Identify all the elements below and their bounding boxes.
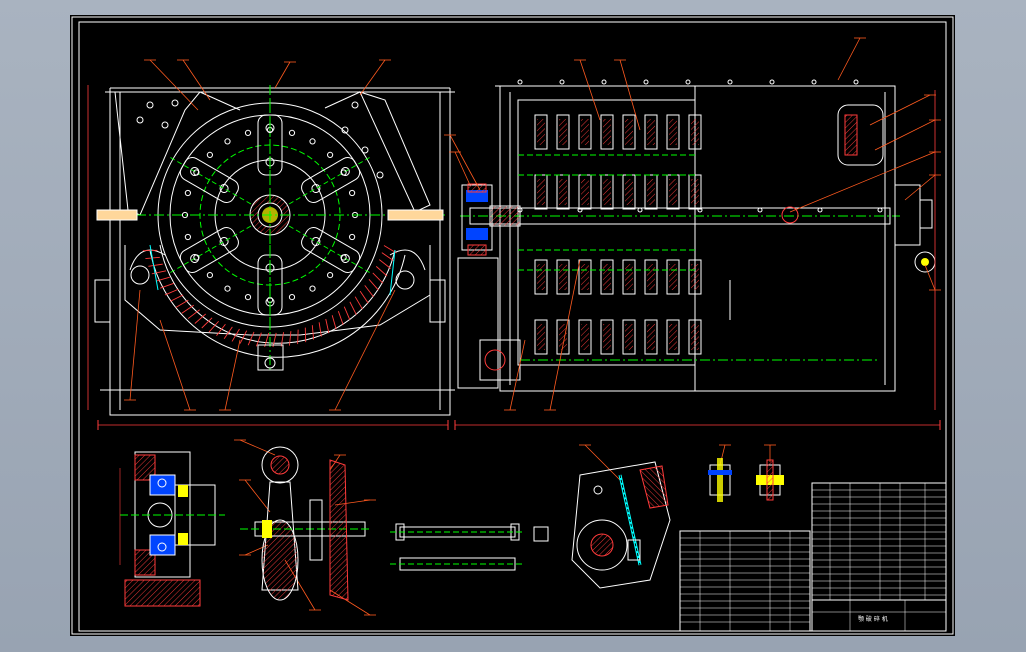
cad-drawing-canvas[interactable]: 颚 破 碎 机 [0,0,1026,652]
drawing-sheet [70,15,955,636]
drawing-title: 颚 破 碎 机 [858,615,888,623]
title-block: 颚 破 碎 机 [858,615,888,623]
